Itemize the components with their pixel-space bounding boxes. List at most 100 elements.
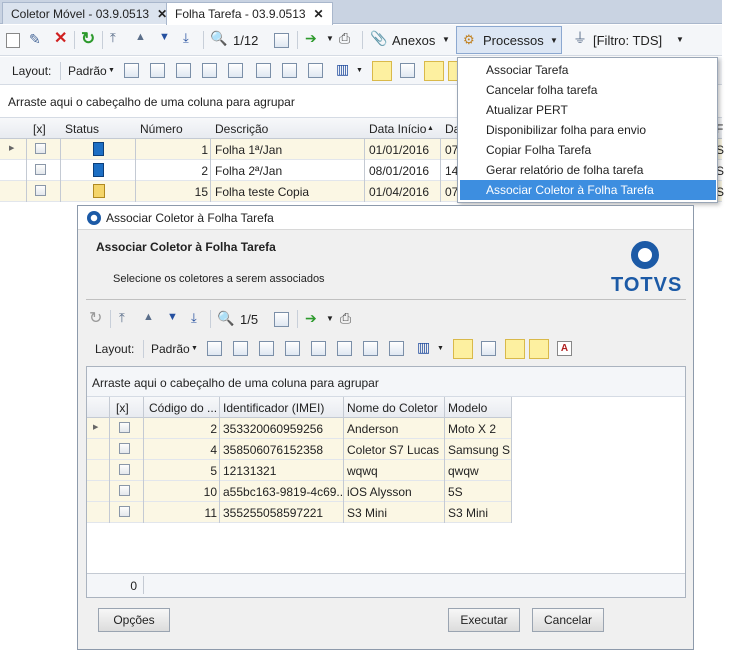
calendar-icon[interactable] [274,312,289,327]
padrao-dropdown[interactable]: Padrão [68,64,107,78]
table-row[interactable]: 11 355255058597221 S3 Mini S3 Mini [87,502,511,523]
export-icon[interactable]: ➔ [305,311,317,325]
menu-item-associar-tarefa[interactable]: Associar Tarefa [460,60,716,80]
table-row[interactable]: 5 12131321 wqwq qwqw [87,460,511,481]
group-panel-toggle-icon[interactable] [372,61,392,81]
next-record-icon[interactable]: ▼ [159,32,170,43]
layout-grid-icon[interactable] [176,63,191,78]
processos-button[interactable]: ⚙ Processos ▼ [456,26,562,54]
row-checkbox[interactable] [35,164,46,175]
cancelar-button[interactable]: Cancelar [532,608,604,632]
row-checkbox[interactable] [119,464,130,475]
previous-record-icon[interactable]: ▲ [143,312,154,323]
delete-icon[interactable]: ✕ [54,31,67,47]
new-document-icon[interactable] [6,33,20,48]
last-record-icon[interactable]: ⤓ [183,31,189,44]
sum-icon[interactable] [282,63,297,78]
column-header-nome[interactable]: Nome do Coletor [347,401,438,415]
column-header-select[interactable]: [x] [33,122,46,136]
menu-item-disponibilizar-folha[interactable]: Disponibilizar folha para envio [460,120,716,140]
printer-icon[interactable]: ⎙ [339,31,350,45]
refresh-icon[interactable]: ↻ [81,30,95,47]
layout-delete-icon[interactable] [233,341,248,356]
layout-import-icon[interactable] [285,341,300,356]
chevron-down-icon[interactable]: ▼ [326,35,334,43]
row-checkbox[interactable] [119,506,130,517]
row-checkbox[interactable] [35,185,46,196]
filtro-button[interactable]: [Filtro: TDS] [593,33,662,48]
filter-row-icon[interactable] [481,341,496,356]
chevron-down-icon[interactable]: ▼ [108,67,115,74]
layout-export-icon[interactable] [311,341,326,356]
layout-save-icon[interactable] [124,63,139,78]
filter-icon[interactable]: ⏚ [573,31,587,45]
column-header-codigo[interactable]: Código do ... [149,401,217,415]
chevron-down-icon[interactable]: ▼ [442,36,450,44]
anexos-button[interactable]: Anexos [392,33,435,48]
edit-icon[interactable]: ✎ [29,32,41,46]
menu-item-associar-coletor[interactable]: Associar Coletor à Folha Tarefa [460,180,716,200]
group-panel-toggle-icon[interactable] [453,339,473,359]
menu-item-copiar-folha[interactable]: Copiar Folha Tarefa [460,140,716,160]
layout-columns-icon[interactable] [337,341,352,356]
layout-import-icon[interactable] [202,63,217,78]
column-header-data-inicio[interactable]: Data Início [369,122,426,136]
last-record-icon[interactable]: ⤓ [191,311,197,324]
row-checkbox[interactable] [119,443,130,454]
first-record-icon[interactable]: ⤒ [119,311,125,324]
row-checkbox[interactable] [119,422,130,433]
printer-icon[interactable]: ⎙ [340,311,351,325]
export-icon[interactable]: ➔ [305,31,317,45]
search-icon[interactable]: 🔍 [210,31,227,45]
padrao-dropdown[interactable]: Padrão [151,342,190,356]
row-checkbox[interactable] [119,485,130,496]
sum-icon[interactable] [363,341,378,356]
executar-button[interactable]: Executar [448,608,520,632]
next-record-icon[interactable]: ▼ [167,312,178,323]
footer-toggle-icon[interactable] [424,61,444,81]
chevron-down-icon[interactable]: ▼ [356,67,363,74]
layout-grid-icon[interactable] [259,341,274,356]
table-row[interactable]: 4 358506076152358 Coletor S7 Lucas Samsu… [87,439,511,460]
table-row[interactable]: ▶ 2 353320060959256 Anderson Moto X 2 [87,418,511,439]
chevron-down-icon[interactable]: ▼ [676,36,684,44]
highlight-icon[interactable] [389,341,404,356]
menu-item-cancelar-folha[interactable]: Cancelar folha tarefa [460,80,716,100]
column-header-modelo[interactable]: Modelo [448,401,487,415]
font-icon[interactable]: A [557,341,572,356]
chevron-down-icon[interactable]: ▼ [326,315,334,323]
column-header-numero[interactable]: Número [140,122,183,136]
layout-delete-icon[interactable] [150,63,165,78]
filter-row-icon[interactable] [400,63,415,78]
close-icon[interactable]: ✕ [314,7,324,21]
previous-record-icon[interactable]: ▲ [135,32,146,43]
footer-toggle-icon[interactable] [505,339,525,359]
dialog-group-panel[interactable]: Arraste aqui o cabeçalho de uma coluna p… [87,367,685,397]
menu-item-atualizar-pert[interactable]: Atualizar PERT [460,100,716,120]
tab-folha-tarefa[interactable]: Folha Tarefa - 03.9.0513 ✕ [166,2,333,25]
table-row[interactable]: 10 a55bc163-9819-4c69... iOS Alysson 5S [87,481,511,502]
layout-export-icon[interactable] [228,63,243,78]
column-header-imei[interactable]: Identificador (IMEI) [223,401,324,415]
chart-icon[interactable]: ▥ [417,340,430,354]
auto-filter-toggle-icon[interactable] [529,339,549,359]
highlight-icon[interactable] [308,63,323,78]
search-icon[interactable]: 🔍 [217,311,234,325]
chevron-down-icon[interactable]: ▼ [191,345,198,352]
first-record-icon[interactable]: ⤒ [110,31,116,44]
refresh-icon[interactable]: ↻ [89,311,102,327]
column-header-descricao[interactable]: Descrição [215,122,268,136]
layout-save-icon[interactable] [207,341,222,356]
chart-icon[interactable]: ▥ [336,62,349,76]
menu-item-gerar-relatorio[interactable]: Gerar relatório de folha tarefa [460,160,716,180]
layout-columns-icon[interactable] [256,63,271,78]
column-header-select[interactable]: [x] [116,401,129,415]
tab-coletor-movel[interactable]: Coletor Móvel - 03.9.0513 ✕ [2,2,177,24]
calendar-icon[interactable] [274,33,289,48]
paperclip-icon[interactable]: 📎 [370,31,387,45]
column-header-status[interactable]: Status [65,122,99,136]
tab-label: Folha Tarefa - 03.9.0513 [175,7,306,21]
opcoes-button[interactable]: Opções [98,608,170,632]
chevron-down-icon[interactable]: ▼ [437,345,444,352]
row-checkbox[interactable] [35,143,46,154]
